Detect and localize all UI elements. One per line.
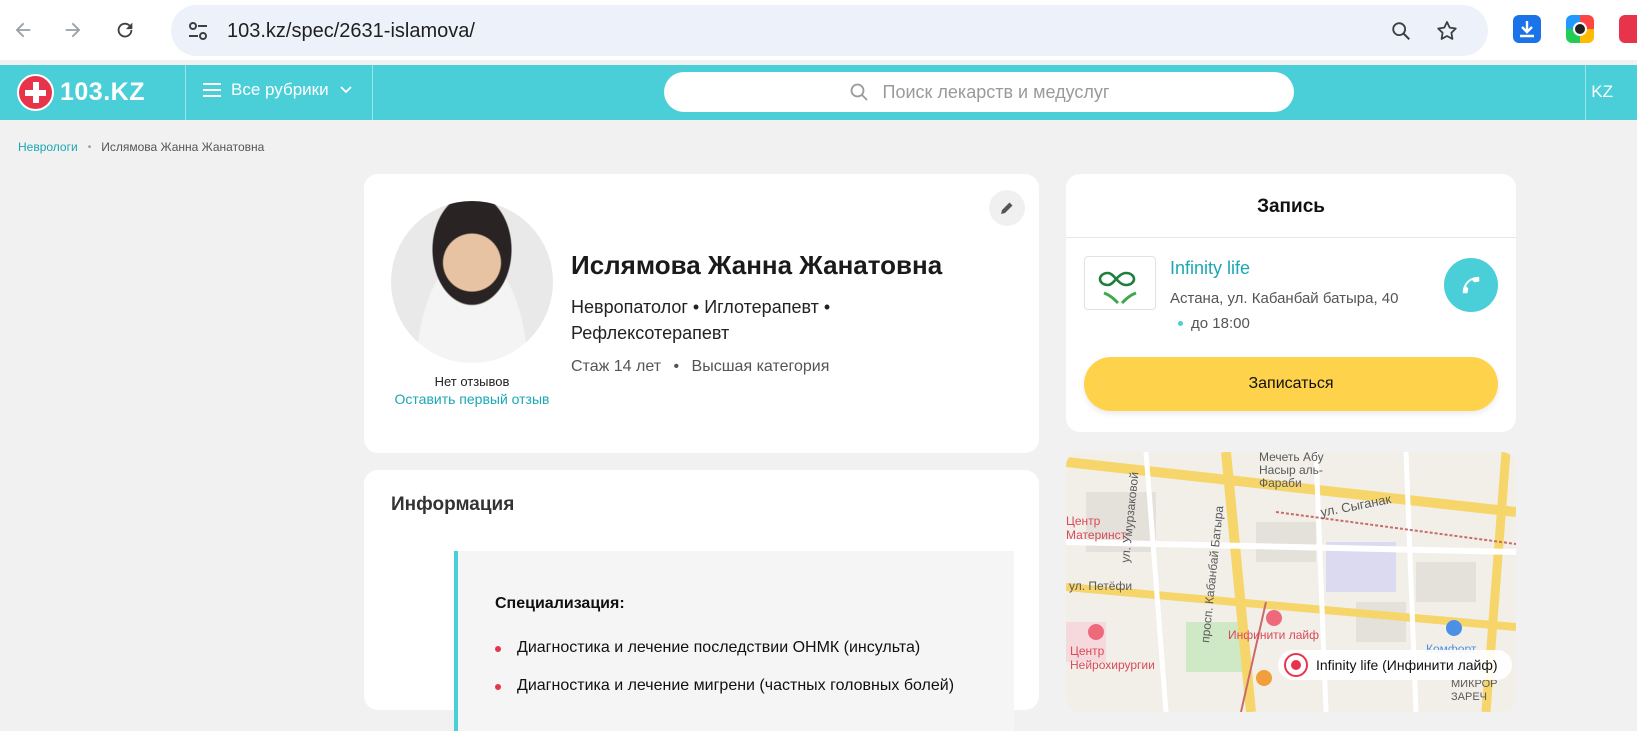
breadcrumb: Неврологи • Ислямова Жанна Жанатовна: [18, 140, 264, 154]
language-switch[interactable]: KZ: [1591, 82, 1613, 102]
infinity-logo-icon: [1098, 271, 1137, 305]
logo-text: 103.KZ: [60, 78, 145, 106]
clinic-hours: до 18:00: [1178, 315, 1250, 332]
info-card: Информация Специализация: Диагностика и …: [364, 470, 1039, 731]
site-settings-icon[interactable]: [185, 18, 211, 44]
experience-text: Стаж 14 лет: [571, 358, 662, 375]
map-pin[interactable]: Infinity life (Инфинити лайф): [1278, 650, 1512, 680]
specialization-list: Диагностика и лечение последствии ОНМК (…: [495, 639, 954, 715]
color-picker-extension-icon[interactable]: [1566, 15, 1594, 43]
map-label-poi: МИКРОР ЗАРЕЧ: [1451, 678, 1498, 703]
booking-title: Запись: [1257, 196, 1325, 217]
map-pin-icon: [1284, 653, 1308, 677]
edit-button[interactable]: [989, 190, 1025, 226]
map-label-poi: Центр Нейрохирургии: [1070, 644, 1155, 672]
doctor-specialties: Невропатолог • Иглотерапевт • Рефлексоте…: [571, 297, 831, 343]
map-label-poi: Инфинити лайф: [1228, 628, 1319, 642]
rubrics-label: Все рубрики: [231, 80, 329, 99]
chevron-down-icon: [339, 86, 352, 94]
url-text[interactable]: 103.kz/spec/2631-islamova/: [227, 20, 475, 43]
clinic-name-link[interactable]: Infinity life: [1170, 258, 1250, 279]
list-item: Диагностика и лечение последствии ОНМК (…: [495, 639, 954, 677]
zoom-icon[interactable]: [1388, 18, 1414, 44]
no-reviews-text: Нет отзывов: [434, 374, 510, 389]
site-header: 103.KZ Все рубрики Поиск лекарств и меду…: [0, 65, 1637, 120]
meta-separator: •: [673, 358, 680, 375]
doctor-avatar: [391, 201, 553, 363]
divider: [1066, 237, 1516, 238]
reload-icon[interactable]: [109, 14, 141, 46]
map-label-mosque: Мечеть Абу Насыр аль-Фараби: [1259, 452, 1324, 490]
download-extension-icon[interactable]: [1513, 15, 1541, 43]
call-button[interactable]: [1444, 258, 1498, 312]
profile-card: Нет отзывов Оставить первый отзыв Ислямо…: [364, 174, 1039, 453]
rubrics-menu[interactable]: Все рубрики: [203, 80, 353, 100]
clinic-address: Астана, ул. Кабанбай батыра, 40: [1170, 290, 1399, 307]
search-icon: [850, 83, 868, 101]
map-label-poi: Центр Материнства: [1066, 514, 1126, 542]
book-appointment-button[interactable]: Записаться: [1084, 357, 1498, 411]
bookmark-star-icon[interactable]: [1434, 18, 1460, 44]
header-divider: [185, 65, 186, 120]
info-title: Информация: [391, 494, 515, 515]
address-bar[interactable]: 103.kz/spec/2631-islamova/: [171, 5, 1488, 56]
browser-chrome: 103.kz/spec/2631-islamova/: [0, 0, 1637, 60]
map-card[interactable]: Мечеть Абу Насыр аль-Фараби ул. Сыганак …: [1066, 452, 1516, 712]
header-divider: [1585, 65, 1586, 120]
list-item: Диагностика и лечение мигрени (частных г…: [495, 677, 954, 715]
booking-card: Запись Infinity life Астана, ул. Кабанба…: [1066, 174, 1516, 432]
category-text: Высшая категория: [691, 358, 830, 375]
search-placeholder: Поиск лекарств и медуслуг: [882, 81, 1110, 102]
search-input[interactable]: Поиск лекарств и медуслуг: [664, 72, 1294, 112]
breadcrumb-link-neurologists[interactable]: Неврологи: [18, 140, 78, 154]
breadcrumb-separator: •: [87, 141, 92, 153]
breadcrumb-current: Ислямова Жанна Жанатовна: [101, 140, 265, 154]
pencil-icon: [1001, 201, 1014, 214]
back-icon[interactable]: [7, 14, 39, 46]
doctor-name: Ислямова Жанна Жанатовна: [571, 250, 943, 280]
doctor-meta: Стаж 14 лет • Высшая категория: [571, 358, 829, 376]
clinic-hours-text: до 18:00: [1191, 315, 1250, 332]
phone-icon: [1462, 276, 1480, 294]
map-label-street: ул. Петёфи: [1069, 579, 1133, 593]
header-divider: [372, 65, 373, 120]
status-dot: [1178, 321, 1183, 326]
logo-cross-icon: [17, 74, 54, 111]
menu-icon: [203, 83, 221, 97]
specialization-heading: Специализация:: [495, 595, 625, 612]
clinic-logo[interactable]: [1084, 256, 1156, 310]
site-logo[interactable]: 103.KZ: [17, 74, 145, 111]
specialization-block: Специализация: Диагностика и лечение пос…: [454, 551, 1014, 731]
forward-icon[interactable]: [57, 14, 89, 46]
map-pin-label: Infinity life (Инфинити лайф): [1316, 657, 1498, 673]
profile-extension-icon[interactable]: [1619, 15, 1637, 43]
leave-review-link[interactable]: Оставить первый отзыв: [391, 391, 553, 408]
